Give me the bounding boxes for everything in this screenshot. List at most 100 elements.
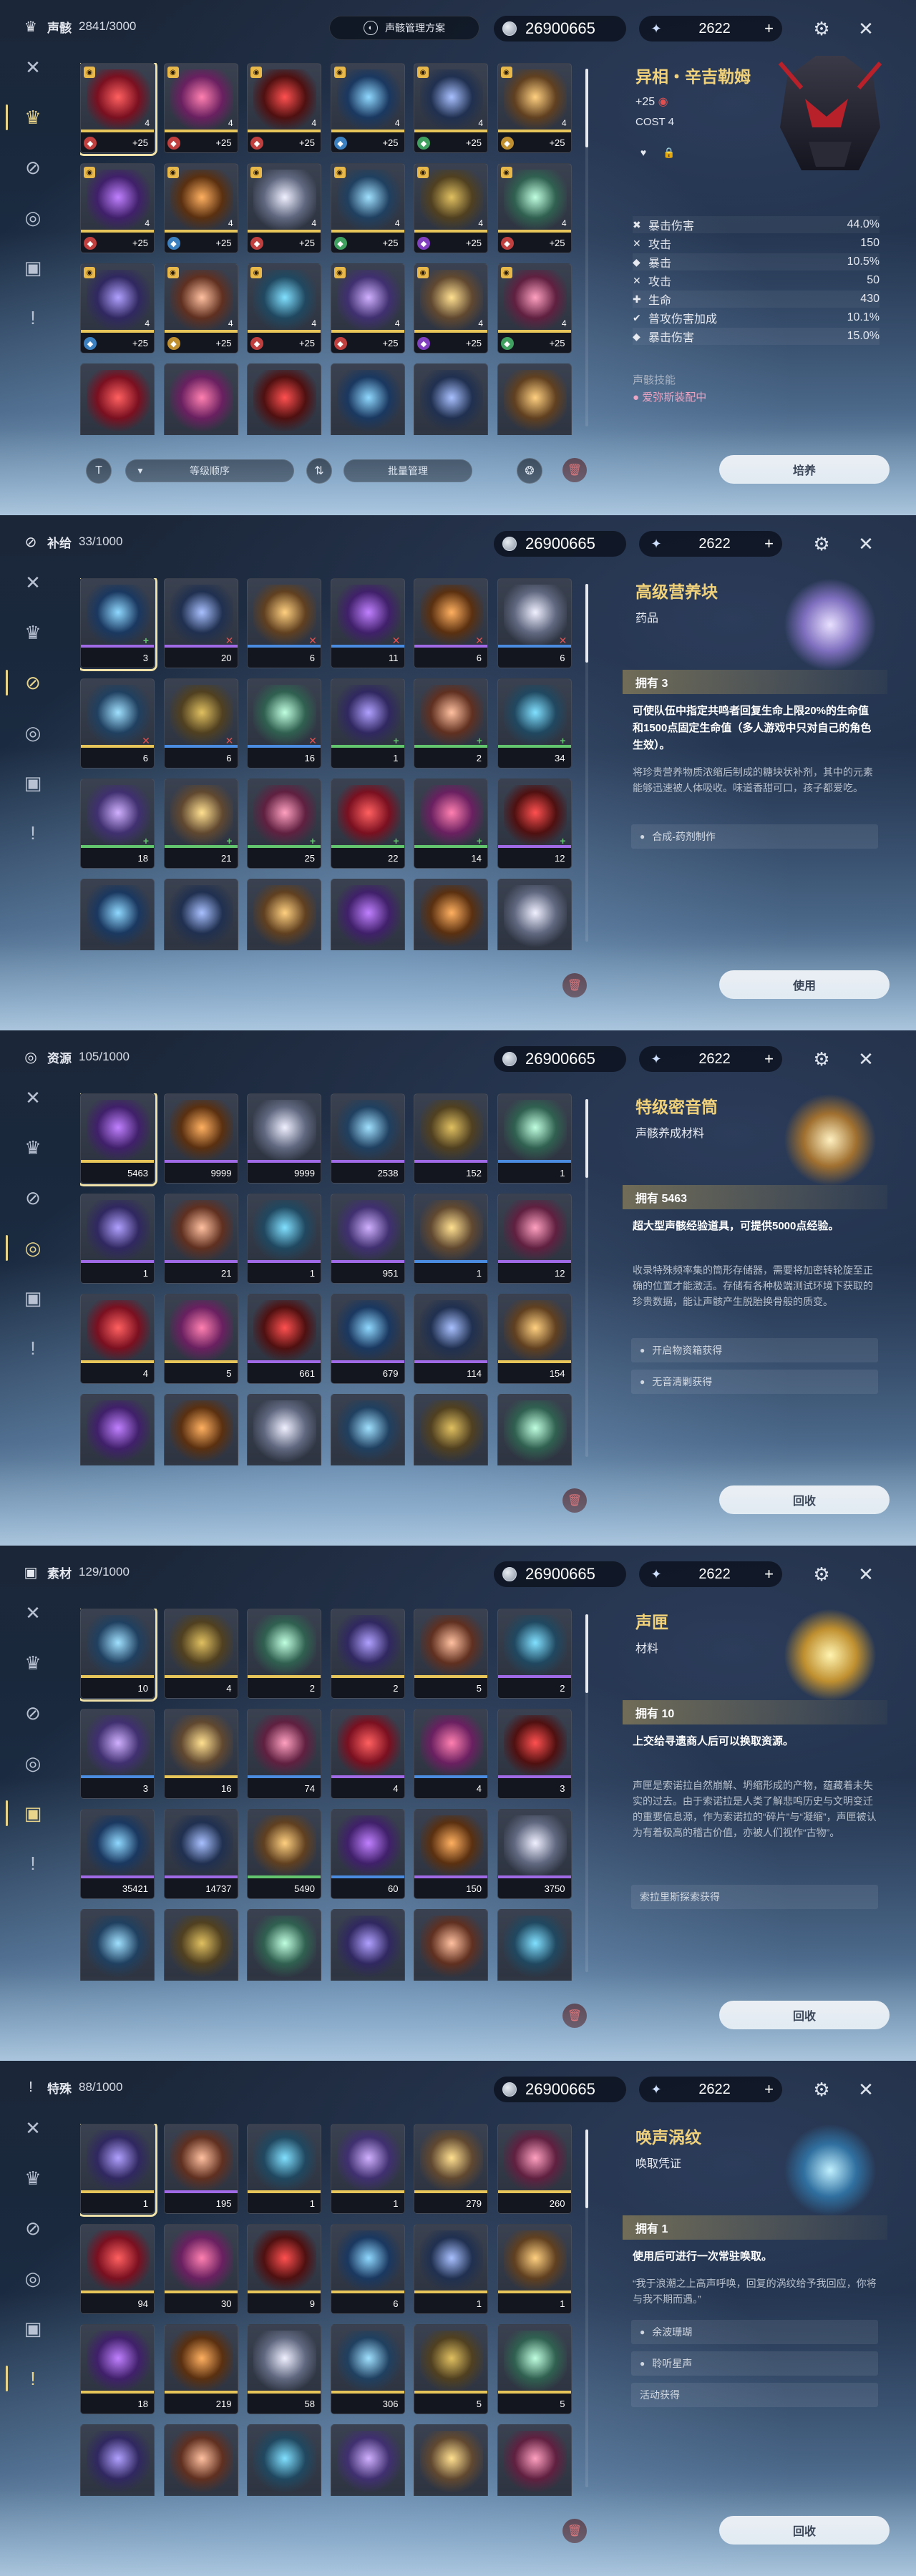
grid-item[interactable]: 6 ✕ bbox=[247, 578, 321, 668]
close-icon[interactable]: ✕ bbox=[852, 1045, 880, 1073]
grid-item[interactable] bbox=[80, 1394, 155, 1465]
grid-item[interactable]: +25 ◆ 4 ◉ bbox=[163, 263, 238, 353]
grid-item[interactable] bbox=[163, 879, 238, 950]
nav-echo[interactable]: ♛ bbox=[16, 1131, 50, 1165]
grid-item[interactable]: 2 bbox=[330, 1609, 405, 1699]
grid-item[interactable]: 60 bbox=[330, 1809, 405, 1899]
nav-special[interactable]: ! bbox=[16, 301, 50, 335]
grid-item[interactable] bbox=[80, 364, 155, 435]
grid-item[interactable]: 11 ✕ bbox=[330, 578, 405, 668]
action-button[interactable]: 回收 bbox=[719, 2001, 890, 2029]
scrollbar-thumb[interactable] bbox=[585, 2129, 588, 2208]
nav-supply[interactable]: ⊘ bbox=[16, 2211, 50, 2245]
grid-item[interactable] bbox=[80, 2424, 155, 2496]
grid-item[interactable]: 1 bbox=[80, 2124, 157, 2217]
grid-item[interactable]: 3 + bbox=[80, 578, 157, 671]
grid-item[interactable]: +25 ◆ 4 ◉ bbox=[497, 63, 572, 153]
grid-item[interactable]: 1 bbox=[247, 1194, 321, 1284]
grid-item[interactable] bbox=[330, 1394, 405, 1465]
grid-scrollbar[interactable] bbox=[585, 1614, 588, 1972]
source-row[interactable]: 活动获得 bbox=[631, 2383, 878, 2407]
discard-button[interactable]: 🗑 bbox=[562, 973, 587, 997]
grid-item[interactable]: 18 bbox=[80, 2324, 155, 2414]
grid-item[interactable]: 25 + bbox=[247, 779, 321, 869]
nav-material[interactable]: ▣ bbox=[16, 766, 50, 800]
grid-item[interactable]: 18 + bbox=[80, 779, 155, 869]
grid-item[interactable]: 661 bbox=[247, 1294, 321, 1384]
grid-item[interactable]: 4 bbox=[163, 1609, 238, 1699]
scrollbar-thumb[interactable] bbox=[585, 69, 588, 147]
grid-item[interactable] bbox=[497, 879, 572, 950]
grid-item[interactable]: 3750 bbox=[497, 1809, 572, 1899]
grid-item[interactable]: 1 bbox=[247, 2124, 321, 2214]
grid-item[interactable]: +25 ◆ 4 ◉ bbox=[80, 263, 155, 353]
discard-button[interactable]: 🗑 bbox=[562, 458, 587, 482]
grid-item[interactable]: +25 ◆ 4 ◉ bbox=[414, 63, 488, 153]
scrollbar-thumb[interactable] bbox=[585, 1099, 588, 1178]
grid-item[interactable]: 16 bbox=[163, 1709, 238, 1799]
grid-item[interactable]: 2 bbox=[247, 1609, 321, 1699]
grid-item[interactable]: 6 ✕ bbox=[497, 578, 572, 668]
grid-item[interactable]: 74 bbox=[247, 1709, 321, 1799]
nav-special[interactable]: ! bbox=[16, 1846, 50, 1880]
settings-icon[interactable]: ⚙ bbox=[807, 14, 836, 43]
source-row[interactable]: 索拉里斯探索获得 bbox=[631, 1885, 878, 1909]
grid-item[interactable]: +25 ◆ 4 ◉ bbox=[497, 263, 572, 353]
grid-item[interactable] bbox=[330, 879, 405, 950]
grid-item[interactable] bbox=[330, 2424, 405, 2496]
grid-item[interactable]: 12 + bbox=[497, 779, 572, 869]
grid-item[interactable]: 4 bbox=[414, 1709, 488, 1799]
grid-item[interactable]: 679 bbox=[330, 1294, 405, 1384]
filter-button[interactable]: T bbox=[86, 458, 112, 484]
grid-item[interactable] bbox=[247, 2424, 321, 2496]
grid-scrollbar[interactable] bbox=[585, 2129, 588, 2487]
nav-resource[interactable]: ◎ bbox=[16, 200, 50, 235]
nav-echo[interactable]: ♛ bbox=[6, 100, 50, 135]
settings-icon[interactable]: ⚙ bbox=[807, 530, 836, 558]
grid-item[interactable] bbox=[80, 879, 155, 950]
grid-item[interactable]: 3 bbox=[80, 1709, 155, 1799]
grid-item[interactable]: 5 bbox=[163, 1294, 238, 1384]
grid-item[interactable]: 260 bbox=[497, 2124, 572, 2214]
grid-item[interactable]: 6 bbox=[330, 2224, 405, 2314]
grid-item[interactable]: 2538 bbox=[330, 1093, 405, 1184]
source-row[interactable]: ● 余波珊瑚 bbox=[631, 2320, 878, 2344]
lock-filter-button[interactable]: ❂ bbox=[517, 458, 542, 484]
astrite-add-button[interactable]: + bbox=[764, 2080, 774, 2099]
grid-item[interactable]: 34 + bbox=[497, 678, 572, 769]
grid-item[interactable] bbox=[497, 364, 572, 435]
grid-scrollbar[interactable] bbox=[585, 69, 588, 426]
grid-item[interactable] bbox=[163, 1909, 238, 1981]
nav-resource[interactable]: ◎ bbox=[16, 1746, 50, 1780]
close-icon[interactable]: ✕ bbox=[852, 530, 880, 558]
grid-item[interactable]: 1 bbox=[330, 2124, 405, 2214]
grid-item[interactable] bbox=[247, 364, 321, 435]
grid-item[interactable]: 2 + bbox=[414, 678, 488, 769]
grid-item[interactable]: 14 + bbox=[414, 779, 488, 869]
grid-item[interactable]: 951 bbox=[330, 1194, 405, 1284]
nav-echo[interactable]: ♛ bbox=[16, 615, 50, 650]
grid-item[interactable] bbox=[80, 1909, 155, 1981]
grid-item[interactable]: +25 ◆ 4 ◉ bbox=[497, 163, 572, 253]
nav-special[interactable]: ! bbox=[16, 1331, 50, 1365]
grid-item[interactable]: 35421 bbox=[80, 1809, 155, 1899]
batch-manage-button[interactable]: 批量管理 bbox=[344, 459, 472, 482]
upgrade-button[interactable]: 培养 bbox=[719, 455, 890, 484]
grid-item[interactable]: 10 bbox=[80, 1609, 157, 1702]
grid-item[interactable]: 94 bbox=[80, 2224, 155, 2314]
nav-supply[interactable]: ⊘ bbox=[16, 150, 50, 185]
grid-item[interactable]: 152 bbox=[414, 1093, 488, 1184]
grid-scrollbar[interactable] bbox=[585, 1099, 588, 1457]
astrite-add-button[interactable]: + bbox=[764, 1565, 774, 1584]
grid-item[interactable]: +25 ◆ 4 ◉ bbox=[330, 63, 405, 153]
nav-material[interactable]: ▣ bbox=[16, 2311, 50, 2346]
grid-item[interactable] bbox=[247, 879, 321, 950]
close-icon[interactable]: ✕ bbox=[852, 14, 880, 43]
grid-item[interactable] bbox=[247, 1909, 321, 1981]
nav-resource[interactable]: ◎ bbox=[16, 716, 50, 750]
nav-special[interactable]: ! bbox=[16, 816, 50, 850]
echo-plan-button[interactable]: ◐ 声骸管理方案 bbox=[329, 16, 479, 40]
grid-item[interactable]: 195 bbox=[163, 2124, 238, 2214]
grid-item[interactable]: 2 bbox=[497, 1609, 572, 1699]
grid-item[interactable]: 5 bbox=[414, 1609, 488, 1699]
